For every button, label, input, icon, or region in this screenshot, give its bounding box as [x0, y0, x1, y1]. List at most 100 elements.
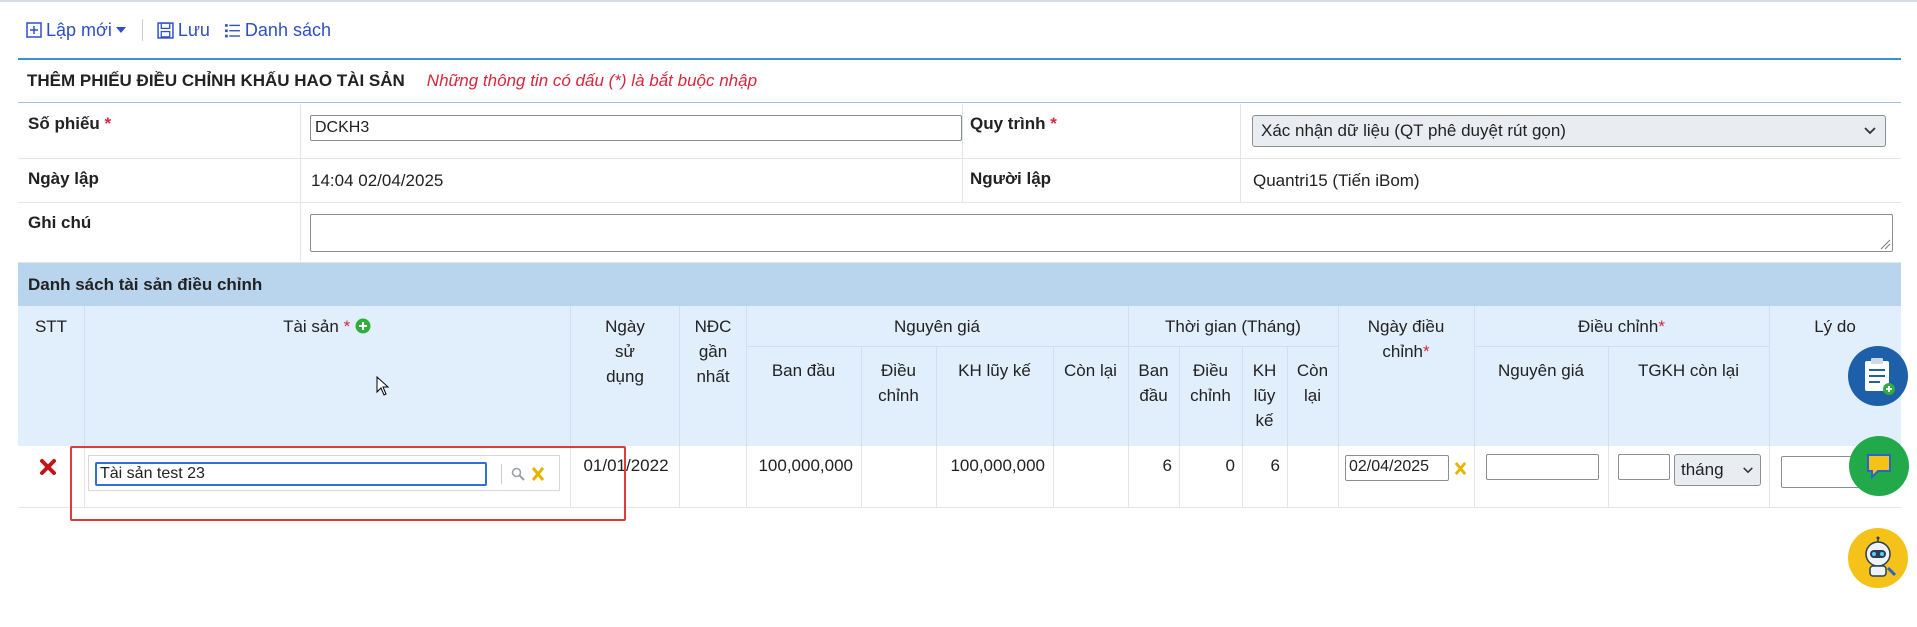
chevron-down-icon: [1864, 127, 1876, 135]
resize-handle-icon[interactable]: [1879, 238, 1891, 250]
form-row-ngay-lap: Ngày lập 14:04 02/04/2025 Người lập Quan…: [18, 159, 1901, 203]
clipboard-add-button[interactable]: [1848, 346, 1908, 406]
col-ng-dieu-chinh: Điều chỉnh: [878, 361, 919, 405]
form-header: THÊM PHIẾU ĐIỀU CHỈNH KHẤU HAO TÀI SẢN N…: [18, 58, 1901, 103]
divider: [300, 159, 301, 202]
col-tg-kh-luy-ke: KH lũy kế: [1252, 361, 1277, 430]
nguoi-lap-value: Quantri15 (Tiến iBom): [1253, 171, 1420, 190]
form-row-so-phieu: Số phiếu * DCKH3 Quy trình * Xác nhận dữ…: [18, 104, 1901, 159]
required-mark: *: [1658, 317, 1665, 336]
highlight-box: [70, 446, 626, 521]
col-ng-con-lai: Còn lại: [1064, 361, 1117, 380]
col-ngay-su-dung: Ngày sử dụng: [605, 317, 645, 386]
ngay-lap-label: Ngày lập: [28, 169, 99, 188]
save-label: Lưu: [177, 19, 210, 40]
divider: [861, 446, 862, 507]
col-ndc-gan-nhat: NĐC gần nhất: [694, 317, 732, 386]
chevron-down-icon: [115, 27, 126, 33]
so-phieu-label-text: Số phiếu: [28, 114, 100, 133]
nguoi-lap-label: Người lập: [970, 169, 1052, 188]
quy-trinh-value: Xác nhận dữ liệu (QT phê duyệt rút gọn): [1261, 121, 1566, 140]
dc-tgkh-unit-select[interactable]: tháng: [1674, 454, 1761, 486]
chat-button[interactable]: [1849, 436, 1909, 496]
list-label: Danh sách: [244, 19, 331, 40]
form-row-ghi-chu: Ghi chú: [18, 203, 1901, 263]
divider: [679, 446, 680, 507]
chat-icon: [1867, 454, 1891, 480]
divider: [861, 346, 862, 446]
save-button[interactable]: Lưu: [157, 20, 210, 41]
col-thoi-gian: Thời gian (Tháng): [1165, 317, 1301, 336]
ngay-lap-value: 14:04 02/04/2025: [311, 171, 444, 190]
ghi-chu-textarea[interactable]: [310, 214, 1893, 252]
so-phieu-input[interactable]: DCKH3: [310, 115, 962, 141]
divider: [1474, 446, 1475, 507]
clear-date-icon[interactable]: [1454, 461, 1467, 476]
dc-nguyen-gia-input[interactable]: [1486, 454, 1599, 480]
col-ngay-dieu-chinh: Ngày điều chỉnh*: [1366, 314, 1446, 364]
list-icon: [224, 23, 240, 37]
bot-support-button[interactable]: [1848, 528, 1908, 588]
robot-icon: [1865, 536, 1897, 577]
col-dc-nguyen-gia: Nguyên giá: [1497, 361, 1584, 380]
clipboard-add-icon: [1865, 358, 1895, 395]
plus-square-icon: [26, 22, 42, 38]
delete-icon[interactable]: [39, 458, 57, 476]
ghi-chu-label: Ghi chú: [28, 213, 92, 232]
divider: [1769, 446, 1770, 507]
tg-ban-dau-cell: 6: [1162, 456, 1172, 475]
col-tg-ban-dau: Ban đầu: [1138, 361, 1169, 405]
ng-kh-luy-ke-cell: 100,000,000: [950, 456, 1045, 475]
required-mark: *: [1423, 342, 1430, 361]
dc-tgkh-unit-value: tháng: [1681, 460, 1724, 479]
col-nguyen-gia: Nguyên giá: [893, 317, 980, 336]
chevron-down-icon: [1743, 466, 1753, 473]
divider: [746, 346, 1338, 347]
divider: [1338, 446, 1339, 507]
toolbar-divider: [141, 19, 143, 41]
table-header: STT Tài sản * Ngày sử dụng NĐC gần nhất …: [18, 306, 1901, 446]
col-ly-do: Lý do: [1814, 317, 1856, 336]
add-circle-icon[interactable]: [355, 318, 371, 334]
col-dieu-chinh: Điều chỉnh*: [1474, 314, 1769, 339]
col-ng-kh-luy-ke: KH lũy kế: [958, 361, 1031, 380]
toolbar: Lập mới Lưu Danh sách: [26, 16, 345, 44]
so-phieu-label: Số phiếu *: [18, 104, 111, 158]
tg-kh-luy-ke-cell: 6: [1270, 456, 1280, 475]
col-dc-tgkh-con-lai: TGKH còn lại: [1637, 361, 1740, 380]
ng-ban-dau-cell: 100,000,000: [758, 456, 853, 475]
divider: [1240, 104, 1241, 158]
quy-trinh-label: Quy trình *: [960, 104, 1057, 158]
divider: [1474, 346, 1769, 347]
col-dieu-chinh-label: Điều chỉnh: [1578, 317, 1659, 336]
new-label: Lập mới: [46, 19, 112, 40]
required-mark: *: [104, 114, 112, 133]
col-stt: STT: [34, 317, 68, 336]
col-tai-san-label: Tài sản: [283, 317, 339, 336]
col-ngay-dieu-chinh-label: Ngày điều chỉnh: [1367, 317, 1445, 361]
page-title: THÊM PHIẾU ĐIỀU CHỈNH KHẤU HAO TÀI SẢN: [27, 71, 405, 90]
divider: [1608, 446, 1609, 507]
list-section-title: Danh sách tài sản điều chỉnh: [18, 263, 1901, 306]
col-ng-ban-dau: Ban đầu: [771, 361, 836, 380]
divider: [679, 306, 680, 446]
quy-trinh-label-text: Quy trình: [970, 114, 1046, 133]
dc-tgkh-input[interactable]: [1618, 454, 1670, 480]
col-tg-con-lai: Còn lại: [1296, 361, 1329, 405]
required-mark: *: [1050, 114, 1057, 133]
ngay-dieu-chinh-input[interactable]: 02/04/2025: [1345, 455, 1449, 481]
cursor-icon: [376, 376, 390, 396]
divider: [1053, 446, 1054, 507]
divider: [1240, 159, 1241, 202]
divider: [300, 203, 301, 262]
save-icon: [157, 21, 174, 39]
divider: [300, 104, 301, 158]
required-mark: *: [343, 317, 351, 336]
quy-trinh-select[interactable]: Xác nhận dữ liệu (QT phê duyệt rút gọn): [1252, 115, 1886, 147]
divider: [570, 306, 571, 446]
list-button[interactable]: Danh sách: [224, 20, 331, 41]
col-tg-dieu-chinh: Điều chỉnh: [1190, 361, 1231, 405]
col-tai-san: Tài sản *: [84, 314, 570, 339]
new-button[interactable]: Lập mới: [26, 20, 126, 41]
divider: [1338, 306, 1339, 446]
